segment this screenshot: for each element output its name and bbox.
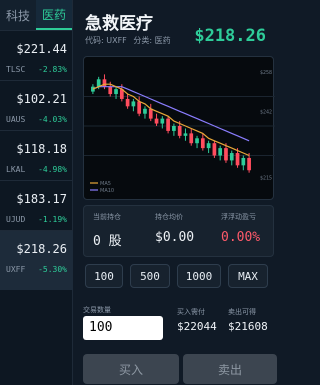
candle-body [189, 133, 194, 144]
position-summary: 当前持仓 0 股 持仓均价 $0.00 浮浮动盈亏 0.00% [83, 205, 274, 257]
stock-change: -2.83% [38, 65, 67, 74]
stock-detail-panel: 急救医疗 代码: UXFF 分类: 医药 $218.26 $258 $242 $21… [73, 0, 280, 385]
stock-symbol: TLSC [6, 65, 26, 74]
qty-1000-button[interactable]: 1000 [177, 264, 221, 288]
quantity-input[interactable]: 100 [83, 316, 163, 340]
tab-tech[interactable]: 科技 [0, 0, 36, 30]
stock-symbol: UJUD [6, 215, 26, 224]
candle-body [183, 133, 188, 136]
candle-body [154, 118, 159, 124]
candle-body [200, 138, 205, 149]
candlestick-chart-svg: $258 $242 $215 MA5MA10 [84, 70, 275, 194]
stock-symbol: UAUS [6, 115, 26, 124]
candle-body [229, 153, 234, 161]
avg-cost-label: 持仓均价 [155, 213, 183, 221]
category-tabs: 科技 医药 [0, 0, 72, 30]
sell-button[interactable]: 卖出 [183, 354, 277, 384]
y-tick-label: $242 [260, 109, 272, 115]
candle-body [206, 143, 211, 149]
candle-body [212, 143, 217, 156]
candle-body [160, 118, 165, 124]
sell-get-label: 卖出可得 [228, 308, 256, 316]
candle-body [247, 157, 251, 171]
legend-label: MA5 [100, 181, 111, 187]
current-price: $218.26 [194, 26, 266, 46]
avg-cost-value: $0.00 [155, 230, 195, 245]
candle-body [177, 126, 182, 136]
stock-sector: 分类: 医药 [133, 36, 171, 45]
buy-need-value: $22044 [177, 320, 217, 333]
candle-body [195, 138, 199, 144]
qty-100-button[interactable]: 100 [85, 264, 123, 288]
avg-cost-block: 持仓均价 $0.00 [155, 212, 194, 245]
candle-body [137, 101, 142, 114]
stock-name: 急救医疗 [85, 14, 153, 34]
stock-change: -4.98% [38, 165, 67, 174]
pnl-block: 浮浮动盈亏 0.00% [221, 212, 260, 245]
tab-medicine[interactable]: 医药 [36, 0, 72, 30]
candle-body [172, 126, 176, 131]
candle-body [224, 148, 228, 161]
candle-body [143, 108, 147, 114]
stock-price: $118.18 [16, 142, 67, 156]
candle-body [235, 153, 240, 166]
candle-body [241, 157, 246, 166]
candle-body [102, 79, 107, 87]
holding-block: 当前持仓 0 股 [93, 212, 122, 249]
y-tick-label: $258 [260, 70, 272, 76]
price-chart: $258 $242 $215 MA5 MA10 [83, 56, 275, 200]
candle-body [108, 86, 113, 95]
stock-change: -5.30% [38, 265, 67, 274]
candle-body [114, 89, 118, 95]
candle-body [131, 101, 136, 107]
holding-label: 当前持仓 [93, 213, 121, 221]
qty-500-button[interactable]: 500 [130, 264, 170, 288]
stock-price: $221.44 [16, 42, 67, 56]
stock-change: -1.19% [38, 215, 67, 224]
candle-body [125, 98, 130, 107]
holding-value: 0 股 [93, 234, 122, 249]
stock-change: -4.03% [38, 115, 67, 124]
stock-price: $183.17 [16, 192, 67, 206]
qty-max-button[interactable]: MAX [228, 264, 268, 288]
stock-code: 代码: UXFF [85, 36, 127, 45]
pnl-label: 浮浮动盈亏 [221, 213, 256, 221]
legend-label: MA10 [100, 188, 114, 194]
candle-body [148, 108, 153, 119]
pnl-value: 0.00% [221, 230, 261, 245]
stock-symbol: UXFF [6, 265, 26, 274]
qty-label: 交易数量 [83, 306, 111, 314]
candle-body [166, 118, 170, 131]
stock-sidebar: 科技 医药 $221.44 TLSC -2.83% $102.21 UAUS -… [0, 0, 73, 385]
buy-button[interactable]: 买入 [83, 354, 179, 384]
buy-need-label: 买入需付 [177, 308, 205, 316]
stock-meta: 代码: UXFF 分类: 医药 [85, 35, 175, 46]
y-tick-label: $215 [260, 176, 272, 182]
candle-body [218, 148, 223, 156]
stock-symbol: LKAL [6, 165, 26, 174]
stock-price: $102.21 [16, 92, 67, 106]
stock-item-uxff[interactable]: $218.26 UXFF -5.30% [0, 230, 73, 290]
stock-price: $218.26 [16, 242, 67, 256]
sell-get-value: $21608 [228, 320, 268, 333]
